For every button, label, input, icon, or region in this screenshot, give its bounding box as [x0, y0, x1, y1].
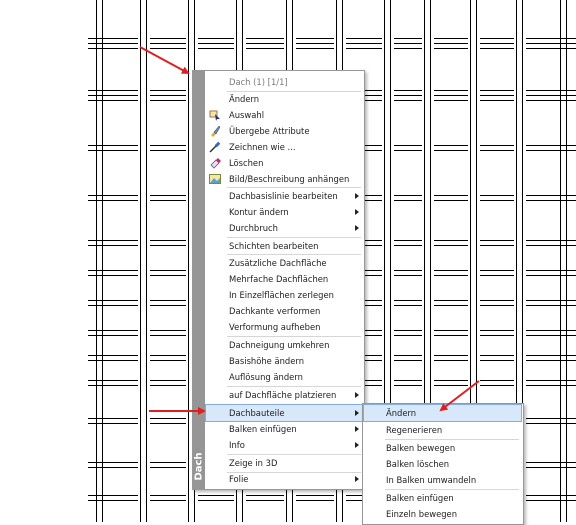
menu-header: Dach (1) [1/1] — [229, 77, 288, 87]
menu-item-schichten-bearbeiten[interactable]: Schichten bearbeiten — [206, 238, 362, 254]
brush-icon — [211, 125, 221, 137]
menu-item-auswahl[interactable]: Auswahl — [206, 107, 362, 123]
menu-item-zeige-in-3d[interactable]: Zeige in 3D — [206, 455, 362, 471]
menu-item-dachkante-verformen[interactable]: Dachkante verformen — [206, 303, 362, 319]
menu-item-zeichnen-wie[interactable]: Zeichnen wie ... — [206, 139, 362, 155]
submenu-arrow-icon — [355, 209, 359, 215]
menu-item-info[interactable]: Info — [206, 437, 362, 453]
submenu-arrow-icon — [355, 426, 359, 432]
selection-icon — [209, 110, 220, 121]
side-label-text: Dach — [193, 451, 205, 481]
menu-item-dachbauteile[interactable]: Dachbauteile — [205, 404, 363, 422]
menu-item-uebergebe-attribute[interactable]: Übergebe Attribute — [206, 123, 362, 139]
menu-item-balken-einfuegen[interactable]: Balken einfügen — [206, 421, 362, 437]
submenu-dachbauteile: Ändern Regenerieren Balken bewegen Balke… — [362, 403, 524, 525]
menu-item-zusaetzliche-dachflaeche[interactable]: Zusätzliche Dachfläche — [206, 255, 362, 271]
submenu-item-balken-bewegen[interactable]: Balken bewegen — [364, 440, 521, 456]
pipette-icon — [209, 141, 221, 153]
submenu-arrow-icon — [355, 442, 359, 448]
menu-item-bild-beschreibung[interactable]: Bild/Beschreibung anhängen — [206, 171, 362, 187]
menu-item-loeschen[interactable]: Löschen — [206, 155, 362, 171]
menu-side-label: Dach — [192, 446, 206, 486]
submenu-arrow-icon — [355, 225, 359, 231]
submenu-item-balken-loeschen[interactable]: Balken löschen — [364, 456, 521, 472]
menu-item-einzelflaechen-zerlegen[interactable]: In Einzelflächen zerlegen — [206, 287, 362, 303]
image-icon — [209, 174, 221, 184]
menu-item-durchbruch[interactable]: Durchbruch — [206, 220, 362, 236]
submenu-arrow-icon — [355, 193, 359, 199]
menu-item-verformung-aufheben[interactable]: Verformung aufheben — [206, 319, 362, 335]
submenu-item-aendern[interactable]: Ändern — [363, 404, 522, 422]
submenu-arrow-icon — [355, 410, 359, 416]
menu-item-dachneigung-umkehren[interactable]: Dachneigung umkehren — [206, 337, 362, 353]
menu-item-mehrfache-dachflaechen[interactable]: Mehrfache Dachflächen — [206, 271, 362, 287]
eraser-icon — [210, 158, 221, 169]
menu-item-folie[interactable]: Folie — [206, 471, 362, 487]
submenu-arrow-icon — [355, 392, 359, 398]
menu-item-aufloesung-aendern[interactable]: Auflösung ändern — [206, 369, 362, 385]
submenu-arrow-icon — [355, 476, 359, 482]
menu-item-dachbasislinie[interactable]: Dachbasislinie bearbeiten — [206, 188, 362, 204]
menu-item-auf-dachflaeche-platzieren[interactable]: auf Dachfläche platzieren — [206, 387, 362, 403]
menu-item-basishoehe-aendern[interactable]: Basishöhe ändern — [206, 353, 362, 369]
submenu-item-balken-einfuegen[interactable]: Balken einfügen — [364, 490, 521, 506]
menu-item-kontur-aendern[interactable]: Kontur ändern — [206, 204, 362, 220]
menu-item-aendern[interactable]: Ändern — [206, 91, 362, 107]
context-menu-dach: Dach Dach (1) [1/1] Ändern Auswahl Überg… — [192, 70, 365, 490]
menu-side-strip: Dach — [193, 71, 205, 489]
submenu-item-in-balken-umwandeln[interactable]: In Balken umwandeln — [364, 472, 521, 488]
submenu-item-regenerieren[interactable]: Regenerieren — [364, 422, 521, 438]
submenu-item-einzeln-bewegen[interactable]: Einzeln bewegen — [364, 506, 521, 522]
